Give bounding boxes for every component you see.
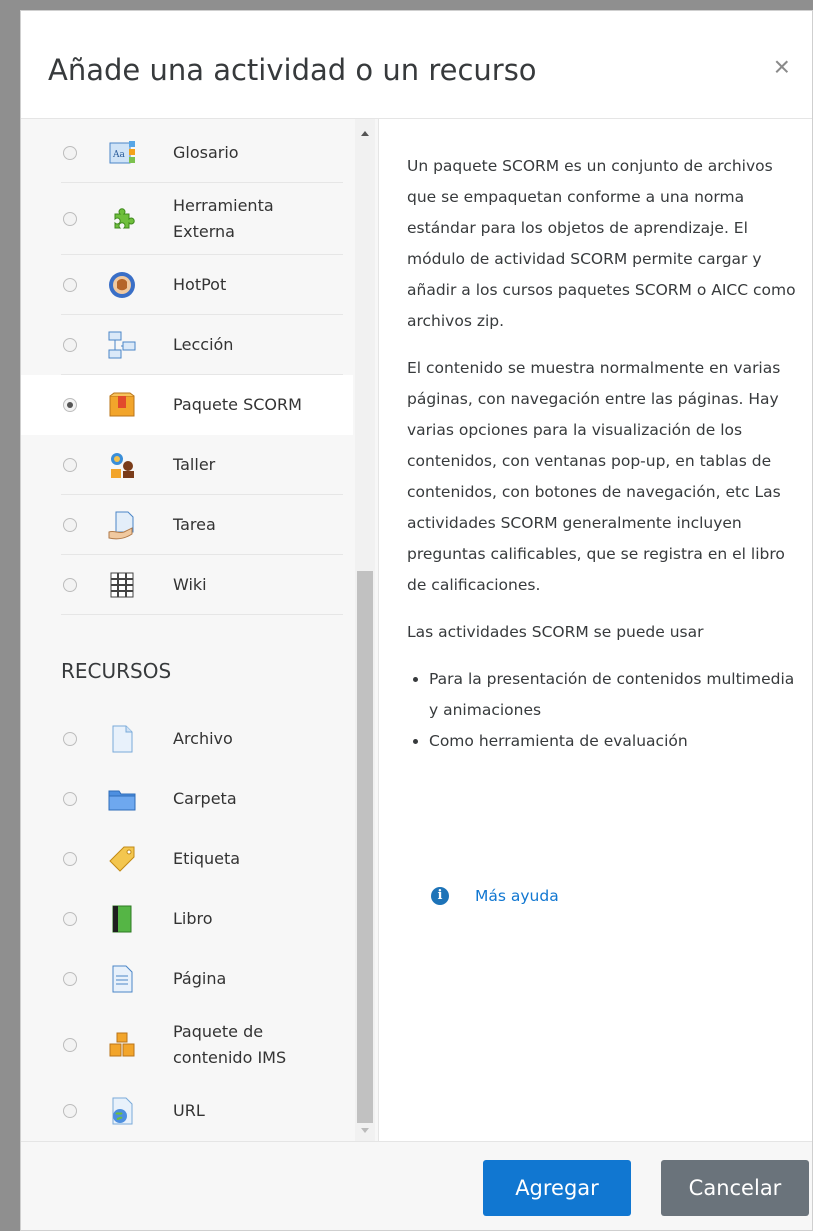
option-label: Herramienta Externa xyxy=(173,196,274,241)
help-bullet: Como herramienta de evaluación xyxy=(429,726,797,757)
option-radio[interactable] xyxy=(63,1104,77,1118)
dialog-footer: Agregar Cancelar xyxy=(21,1141,812,1230)
scroll-thumb[interactable] xyxy=(357,571,373,1123)
option-url[interactable]: URL xyxy=(21,1081,353,1141)
option-label: Carpeta xyxy=(173,789,237,808)
option-libro[interactable]: Libro xyxy=(21,889,353,949)
more-help-link[interactable]: Más ayuda xyxy=(475,887,559,905)
lesson-icon xyxy=(108,331,136,359)
option-archivo[interactable]: Archivo xyxy=(21,709,353,769)
option-radio[interactable] xyxy=(63,278,77,292)
workshop-icon xyxy=(111,453,134,478)
help-panel: Un paquete SCORM es un conjunto de archi… xyxy=(407,151,797,757)
option-label: Paquete SCORM xyxy=(173,395,302,414)
option-radio[interactable] xyxy=(63,852,77,866)
option-radio[interactable] xyxy=(63,732,77,746)
option-herramienta-externa[interactable]: Herramienta Externa xyxy=(21,183,353,255)
close-icon[interactable]: × xyxy=(774,53,790,81)
assignment-icon xyxy=(108,511,134,540)
ims-package-icon xyxy=(109,1032,135,1057)
option-label: Etiqueta xyxy=(173,849,241,868)
option-carpeta[interactable]: Carpeta xyxy=(21,769,353,829)
option-radio[interactable] xyxy=(63,146,77,160)
option-label: Libro xyxy=(173,909,213,928)
book-icon xyxy=(112,905,132,933)
option-radio[interactable] xyxy=(63,338,77,352)
label-tag-icon xyxy=(109,846,135,872)
hotpot-icon xyxy=(109,272,135,298)
wiki-icon xyxy=(110,572,134,598)
option-label: Tarea xyxy=(173,515,216,534)
more-help: i Más ayuda xyxy=(431,887,559,905)
help-bullet: Para la presentación de contenidos multi… xyxy=(429,664,797,726)
option-paquete-scorm[interactable]: Paquete SCORM xyxy=(21,375,353,435)
globe-icon xyxy=(112,1097,133,1125)
option-glosario[interactable]: Aa Glosario xyxy=(21,123,353,183)
option-leccion[interactable]: Lección xyxy=(21,315,353,375)
option-radio[interactable] xyxy=(63,578,77,592)
option-radio[interactable] xyxy=(63,212,77,226)
option-wiki[interactable]: Wiki xyxy=(21,555,353,615)
scorm-package-icon xyxy=(109,392,135,417)
scroll-up-arrow-icon[interactable] xyxy=(361,131,369,136)
add-activity-dialog: Añade una actividad o un recurso × Aa Gl… xyxy=(20,10,813,1231)
option-label: Wiki xyxy=(173,575,207,594)
option-radio[interactable] xyxy=(63,518,77,532)
option-hotpot[interactable]: HotPot xyxy=(21,255,353,315)
dialog-title: Añade una actividad o un recurso xyxy=(48,53,537,87)
option-label: Lección xyxy=(173,335,234,354)
svg-text:Aa: Aa xyxy=(112,150,125,160)
option-label: Página xyxy=(173,969,227,988)
options-scrollbar[interactable] xyxy=(355,119,375,1141)
option-label: Taller xyxy=(173,455,216,474)
option-radio[interactable] xyxy=(63,1038,77,1052)
option-label: URL xyxy=(173,1101,205,1120)
info-icon: i xyxy=(431,887,449,905)
option-radio[interactable] xyxy=(63,458,77,472)
help-paragraph: Las actividades SCORM se puede usar xyxy=(407,623,704,641)
scroll-down-arrow-icon[interactable] xyxy=(361,1128,369,1133)
option-taller[interactable]: Taller xyxy=(21,435,353,495)
option-label: Paquete de contenido IMS xyxy=(173,1022,287,1067)
option-etiqueta[interactable]: Etiqueta xyxy=(21,829,353,889)
add-button[interactable]: Agregar xyxy=(483,1160,631,1216)
option-tarea[interactable]: Tarea xyxy=(21,495,353,555)
option-label: Archivo xyxy=(173,729,233,748)
option-radio[interactable] xyxy=(63,972,77,986)
glossary-icon: Aa xyxy=(109,141,135,164)
option-paquete-ims[interactable]: Paquete de contenido IMS xyxy=(21,1009,353,1081)
divider xyxy=(61,614,343,615)
option-radio[interactable] xyxy=(63,792,77,806)
options-list: Aa Glosario Herramienta Externa HotPot L… xyxy=(21,119,379,1141)
cancel-button[interactable]: Cancelar xyxy=(661,1160,809,1216)
help-bullet-list: Para la presentación de contenidos multi… xyxy=(429,664,797,757)
help-paragraph: Un paquete SCORM es un conjunto de archi… xyxy=(407,157,796,330)
option-radio[interactable] xyxy=(63,912,77,926)
folder-icon xyxy=(108,790,136,811)
option-label: Glosario xyxy=(173,143,239,162)
dialog-header: Añade una actividad o un recurso × xyxy=(21,11,812,119)
puzzle-icon xyxy=(114,208,135,229)
file-icon xyxy=(112,725,133,753)
option-label: HotPot xyxy=(173,275,227,294)
option-radio-selected[interactable] xyxy=(63,398,77,412)
resources-heading: RECURSOS xyxy=(61,659,172,683)
option-pagina[interactable]: Página xyxy=(21,949,353,1009)
help-paragraph: El contenido se muestra normalmente en v… xyxy=(407,359,785,594)
page-icon xyxy=(112,965,133,993)
